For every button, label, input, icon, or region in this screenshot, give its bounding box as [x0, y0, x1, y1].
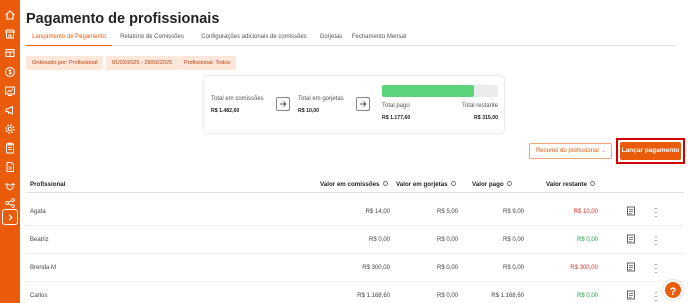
header-tips: Valor em gorjetas	[396, 180, 456, 188]
total-remaining-value: R$ 315,00	[474, 115, 498, 121]
date-range-filter[interactable]: 01/02/2025 - 28/02/2025	[106, 56, 178, 70]
clipboard-icon[interactable]	[3, 141, 17, 155]
cell-tips: R$ 0,00	[436, 293, 458, 299]
info-icon[interactable]	[382, 180, 388, 186]
cell-tips: R$ 5,00	[436, 209, 458, 215]
info-icon[interactable]	[450, 180, 456, 186]
cell-commission: R$ 0,00	[368, 237, 390, 243]
chevron-down-icon: ⌄	[600, 148, 606, 154]
total-tips-value: R$ 10,00	[298, 108, 320, 114]
order-filter[interactable]: Ordenado por: Profissional	[26, 56, 104, 70]
cell-paid: R$ 9,00	[502, 209, 524, 215]
money-icon[interactable]	[3, 65, 17, 79]
cell-name: Brenda M	[30, 265, 57, 271]
professional-summary-dropdown[interactable]: Resumo do profissional ⌄	[529, 143, 612, 159]
megaphone-icon[interactable]	[3, 103, 17, 117]
total-tips-label: Total em gorjetas	[298, 96, 344, 102]
table-header: Profissional Valor em comissões Valor em…	[26, 176, 684, 193]
total-remaining-label: Total restante	[461, 103, 498, 109]
total-paid-label: Total pago	[382, 103, 410, 109]
professional-summary-label: Resumo do profissional	[536, 148, 599, 154]
share-icon[interactable]	[3, 196, 17, 210]
kebab-menu-icon[interactable]: · · ·	[654, 232, 658, 249]
cell-remaining: R$ 300,00	[570, 265, 598, 271]
header-professional: Profissional	[30, 181, 66, 188]
launch-payment-button[interactable]: Lançar pagamento	[620, 142, 681, 160]
tab-lancamento-pagamento[interactable]: Lançamento de Pagamento	[26, 30, 112, 46]
professional-filter[interactable]: Profissional: Todos	[178, 56, 237, 70]
kebab-menu-icon[interactable]: · · ·	[654, 260, 658, 277]
total-commissions-label: Total em comissões	[211, 96, 264, 102]
cell-remaining: R$ 10,00	[573, 209, 598, 215]
kebab-menu-icon[interactable]: · · ·	[654, 204, 658, 221]
kebab-menu-icon[interactable]: · · ·	[654, 288, 658, 303]
payment-progress-fill	[382, 85, 474, 97]
receipt-icon[interactable]	[626, 234, 636, 244]
cell-remaining: R$ 0,00	[576, 293, 598, 299]
cell-commission: R$ 300,00	[362, 265, 390, 271]
arrow-right-icon	[276, 97, 290, 111]
cell-name: Beatriz	[30, 237, 49, 243]
receipt-icon[interactable]	[626, 290, 636, 300]
chart-icon[interactable]	[3, 84, 17, 98]
total-paid-value: R$ 1.177,60	[382, 115, 411, 121]
tab-fechamento-mensal[interactable]: Fechamento Mensal	[344, 30, 414, 46]
payment-progress-bar	[382, 85, 498, 97]
header-commission: Valor em comissões	[320, 180, 388, 188]
table-row[interactable]: Agata R$ 14,00 R$ 5,00 R$ 9,00 R$ 10,00 …	[26, 198, 684, 226]
receipt-icon[interactable]	[626, 206, 636, 216]
gear-icon[interactable]	[3, 122, 17, 136]
cell-name: Carlos	[30, 293, 48, 299]
info-icon[interactable]	[589, 180, 595, 186]
summary-card: Total em comissões R$ 1.482,60 Total em …	[204, 76, 504, 133]
help-button[interactable]: ?	[663, 280, 683, 300]
cell-tips: R$ 0,00	[436, 265, 458, 271]
cell-commission: R$ 14,00	[365, 209, 390, 215]
doc-icon[interactable]	[3, 160, 17, 174]
header-remaining: Valor restante	[546, 180, 595, 188]
total-commissions-value: R$ 1.482,60	[211, 108, 240, 114]
cell-paid: R$ 1.168,60	[491, 293, 524, 299]
main-content: Pagamento de profissionais Lançamento de…	[20, 0, 688, 303]
tab-relatorio-comissoes[interactable]: Relatório de Comissões	[116, 30, 188, 46]
cell-commission: R$ 1.168,60	[357, 293, 390, 299]
tab-bar: Lançamento de Pagamento Relatório de Com…	[26, 30, 676, 46]
home-icon[interactable]	[3, 8, 17, 22]
chevron-right-icon	[8, 213, 13, 221]
tab-configuracoes-comissoes[interactable]: Configurações adicionais de comissões	[194, 30, 314, 46]
page-title: Pagamento de profissionais	[26, 11, 220, 27]
table-row[interactable]: Carlos R$ 1.168,60 R$ 0,00 R$ 1.168,60 R…	[26, 282, 684, 303]
receipt-icon[interactable]	[626, 262, 636, 272]
cell-name: Agata	[30, 209, 46, 215]
info-icon[interactable]	[506, 180, 512, 186]
register-icon[interactable]	[3, 46, 17, 60]
cell-paid: R$ 0,00	[502, 237, 524, 243]
store-icon[interactable]	[3, 27, 17, 41]
header-paid: Valor pago	[472, 180, 512, 188]
sidebar-expand-button[interactable]	[2, 209, 18, 225]
arrow-right-icon	[356, 97, 370, 111]
table-row[interactable]: Beatriz R$ 0,00 R$ 0,00 R$ 0,00 R$ 0,00 …	[26, 226, 684, 254]
handshake-icon[interactable]	[3, 179, 17, 193]
table-row[interactable]: Brenda M R$ 300,00 R$ 0,00 R$ 0,00 R$ 30…	[26, 254, 684, 282]
cell-paid: R$ 0,00	[502, 265, 524, 271]
sidebar	[0, 0, 20, 303]
cell-tips: R$ 0,00	[436, 237, 458, 243]
cell-remaining: R$ 0,00	[576, 237, 598, 243]
